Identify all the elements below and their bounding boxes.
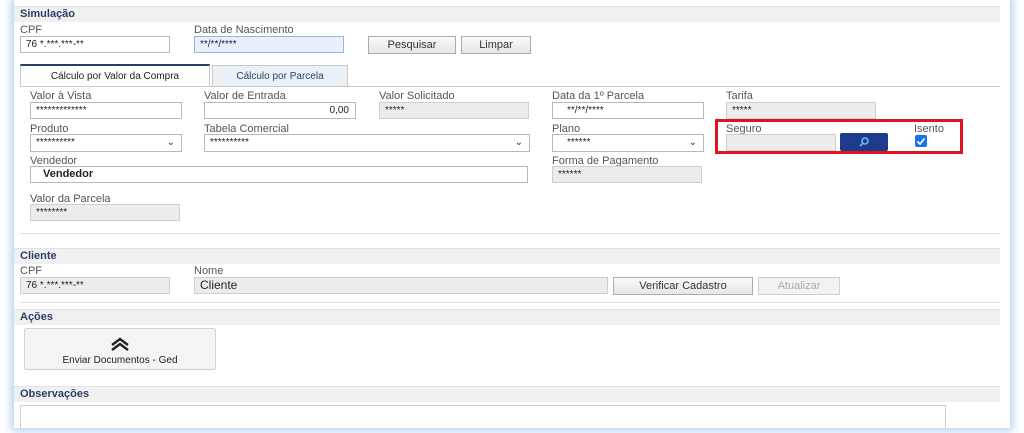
section-title-acoes: Ações bbox=[14, 309, 1000, 325]
plano-select-value: ****** bbox=[567, 137, 591, 148]
limpar-button[interactable]: Limpar bbox=[461, 36, 531, 54]
section-title-observacoes: Observações bbox=[14, 386, 1000, 402]
valor-entrada-label: Valor de Entrada bbox=[204, 90, 286, 102]
cliente-cpf-input: 76 *.***.***-** bbox=[20, 277, 170, 294]
valor-entrada-input[interactable]: 0,00 bbox=[204, 102, 356, 119]
chevron-down-icon: ⌄ bbox=[688, 137, 697, 148]
tabela-select[interactable]: ********** ⌄ bbox=[204, 134, 530, 152]
valor-solicitado-label: Valor Solicitado bbox=[379, 90, 455, 102]
pesquisar-button[interactable]: Pesquisar bbox=[368, 36, 456, 54]
tarifa-label: Tarifa bbox=[726, 90, 753, 102]
nome-label: Nome bbox=[194, 265, 224, 277]
divider bbox=[20, 302, 1000, 303]
chevron-down-icon: ⌄ bbox=[166, 137, 175, 148]
document-upload-icon bbox=[111, 337, 129, 351]
isento-label: Isento bbox=[914, 123, 944, 135]
check-icon bbox=[916, 137, 926, 146]
cpf-input[interactable]: 76 *.***.***-** bbox=[20, 36, 170, 53]
tab-parcela[interactable]: Cálculo por Parcela bbox=[212, 65, 348, 87]
atualizar-button[interactable]: Atualizar bbox=[758, 277, 840, 295]
seguro-input bbox=[726, 134, 836, 151]
verificar-cadastro-button[interactable]: Verificar Cadastro bbox=[613, 277, 753, 295]
vendedor-input[interactable]: Vendedor bbox=[30, 166, 528, 183]
produto-select-value: ********** bbox=[36, 137, 75, 148]
cliente-cpf-label: CPF bbox=[20, 265, 42, 277]
observacoes-textarea[interactable] bbox=[20, 405, 946, 428]
data-parcela-label: Data da 1º Parcela bbox=[552, 90, 645, 102]
enviar-documentos-button[interactable]: Enviar Documentos - Ged bbox=[24, 328, 216, 370]
valor-vista-input[interactable]: ************* bbox=[30, 102, 182, 119]
chevron-down-icon: ⌄ bbox=[514, 137, 523, 148]
tarifa-input: ***** bbox=[726, 102, 876, 119]
cpf-label: CPF bbox=[20, 24, 42, 36]
enviar-documentos-label: Enviar Documentos - Ged bbox=[62, 355, 178, 366]
isento-checkbox[interactable] bbox=[915, 135, 927, 147]
tab-divider bbox=[20, 86, 1000, 87]
data-parcela-input[interactable]: **/**/**** bbox=[552, 102, 704, 119]
form-panel: Simulação CPF 76 *.***.***-** Data de Na… bbox=[14, 0, 1010, 428]
plano-select[interactable]: ****** ⌄ bbox=[552, 134, 704, 152]
produto-select[interactable]: ********** ⌄ bbox=[30, 134, 182, 152]
section-title-cliente: Cliente bbox=[14, 248, 1000, 264]
tabela-select-value: ********** bbox=[210, 137, 249, 148]
valor-parcela-input: ******** bbox=[30, 204, 180, 221]
search-icon bbox=[859, 137, 869, 147]
nome-input: Cliente bbox=[194, 277, 608, 294]
seguro-search-button[interactable] bbox=[840, 133, 888, 151]
nascimento-label: Data de Nascimento bbox=[194, 24, 294, 36]
divider bbox=[20, 233, 1000, 234]
valor-solicitado-input: ***** bbox=[379, 102, 529, 119]
section-title-simulacao: Simulação bbox=[14, 6, 1000, 22]
forma-pagamento-input: ****** bbox=[552, 166, 702, 183]
nascimento-input[interactable]: **/**/**** bbox=[194, 36, 344, 53]
tab-valor-compra[interactable]: Cálculo por Valor da Compra bbox=[20, 64, 210, 86]
valor-vista-label: Valor à Vista bbox=[30, 90, 92, 102]
